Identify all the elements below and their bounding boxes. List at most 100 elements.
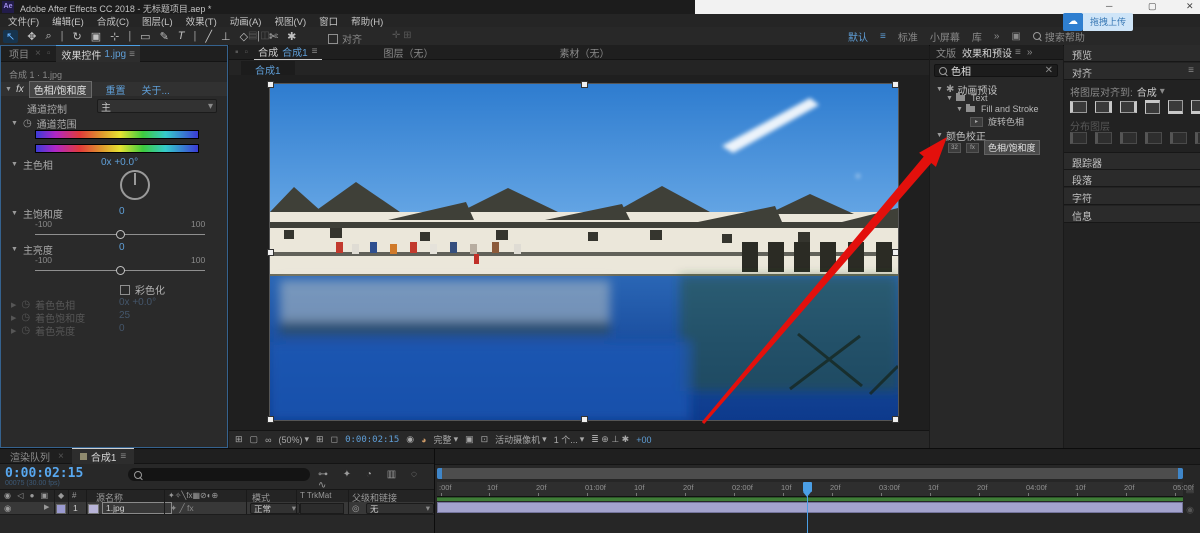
distribute-bottom-button[interactable] [1120, 132, 1137, 144]
tree-preset-item[interactable]: ▸ 旋转色相 [970, 115, 1024, 128]
light-slider-knob[interactable] [116, 266, 125, 275]
monitor-icon[interactable]: ▢ [250, 434, 259, 445]
master-light-expander-icon[interactable]: ▼ [11, 246, 18, 253]
align-to-dropdown[interactable]: 合成 ▾ [1137, 84, 1165, 99]
puppet-pin-tool[interactable]: ✱ [287, 30, 296, 43]
panel-preview-header[interactable]: 预览 [1064, 45, 1200, 62]
master-hue-value[interactable]: 0x +0.0° [101, 157, 138, 168]
workspace-default[interactable]: 默认 [848, 29, 868, 44]
clone-stamp-tool[interactable]: ⊥ [221, 30, 231, 43]
hue-spectrum-bar-bottom[interactable] [35, 144, 199, 153]
layer-row[interactable]: ◉ ▶ 1 1.jpg ✦ ╱ fx 正常 ▾ ◎ 无 ▾ [0, 502, 434, 515]
camera-tool[interactable]: ▣ [91, 30, 101, 43]
distribute-top-button[interactable] [1070, 132, 1087, 144]
snap-control[interactable]: 对齐 [328, 31, 362, 46]
layer-eye-icon[interactable]: ◉ [4, 503, 11, 514]
layer-expander-icon[interactable]: ▶ [44, 503, 49, 511]
timeline-timecode[interactable]: 0:00:02:15 [5, 466, 83, 481]
trkmat-header[interactable]: T TrkMat [300, 491, 331, 500]
expander-icon[interactable]: ▼ [956, 106, 963, 113]
master-hue-expander-icon[interactable]: ▼ [11, 161, 18, 168]
workspace-standard[interactable]: 标准 [898, 29, 918, 44]
distribute-right-button[interactable] [1195, 132, 1200, 144]
mask-toggle-icon[interactable]: ◻ [331, 434, 338, 445]
exposure-value[interactable]: +00 [636, 435, 651, 445]
tree-text-folder[interactable]: ▼ Text [946, 93, 987, 103]
pen-tool[interactable]: ✎ [160, 30, 169, 43]
channels-icon[interactable]: ◕ [421, 435, 426, 445]
tab-close-icon[interactable]: × [58, 451, 64, 462]
presets-search-value[interactable]: 色相 [951, 63, 971, 78]
selection-handle[interactable] [581, 81, 588, 88]
timeline-right-icons[interactable]: ▤ ◉ [1186, 485, 1196, 520]
work-area-bar[interactable] [437, 468, 1183, 479]
tab-footage[interactable]: 素材（无） [560, 45, 610, 60]
master-sat-value[interactable]: 0 [119, 206, 125, 217]
brush-tool[interactable]: ╱ [205, 30, 212, 43]
parent-pickwhip-icon[interactable]: ◎ [352, 503, 359, 514]
grid-guides-icon[interactable]: ⊞ [316, 434, 324, 445]
panel-character-header[interactable]: 字符 [1064, 188, 1200, 205]
pan-behind-tool[interactable]: ⊹ [110, 30, 119, 43]
selection-handle[interactable] [267, 249, 274, 256]
effect-about-link[interactable]: 关于... [142, 82, 170, 97]
shape-tool[interactable]: ▭ [140, 30, 150, 43]
zoom-tool[interactable]: ⌕ [45, 30, 51, 43]
effect-expander-icon[interactable]: ▼ [5, 86, 12, 93]
expander-icon[interactable]: ▼ [936, 86, 943, 93]
workspace-menu-icon[interactable]: ≡ [880, 31, 886, 42]
panel-menu-icon[interactable]: ≡ [1188, 65, 1194, 76]
panel-info-header[interactable]: 信息 [1064, 206, 1200, 223]
menu-edit[interactable]: 编辑(E) [52, 14, 84, 28]
viewer-misc-icons[interactable]: ≣ ⊕ ⊥ ✱ [591, 434, 629, 445]
stopwatch-icon[interactable]: ◷ [23, 118, 32, 129]
menu-layer[interactable]: 图层(L) [142, 14, 173, 28]
playhead-handle[interactable] [803, 482, 812, 492]
selection-handle[interactable] [892, 81, 899, 88]
goggles-icon[interactable]: ∞ [265, 435, 271, 445]
minimize-button[interactable]: ─ [1106, 1, 1112, 11]
master-light-value[interactable]: 0 [119, 242, 125, 253]
tree-hue-saturation-effect[interactable]: 32 fx 色相/饱和度 [948, 140, 1040, 155]
layer-switch-icons[interactable]: ✦ ╱ fx [170, 503, 194, 514]
panel-tracker-header[interactable]: 跟踪器 [1064, 152, 1200, 170]
trkmat-cell[interactable] [300, 503, 344, 514]
panel-menu-icon[interactable]: ≡ [312, 46, 318, 57]
selection-handle[interactable] [892, 249, 899, 256]
rotation-tool[interactable]: ↻ [72, 30, 81, 43]
close-button[interactable]: ✕ [1186, 1, 1194, 12]
tab-effect-controls[interactable]: 效果控件 1.jpg ≡ [56, 45, 140, 62]
expander-icon[interactable]: ▼ [946, 95, 953, 102]
align-top-button[interactable] [1145, 100, 1160, 114]
distribute-left-button[interactable] [1145, 132, 1162, 144]
menu-file[interactable]: 文件(F) [8, 14, 39, 28]
hue-dial[interactable] [120, 170, 150, 200]
tab-render-queue[interactable]: 渲染队列 [10, 449, 50, 464]
clear-search-icon[interactable]: ✕ [1045, 65, 1053, 76]
channel-range-expander-icon[interactable]: ▼ [11, 120, 18, 127]
menu-view[interactable]: 视图(V) [274, 14, 306, 28]
align-center-h-button[interactable] [1095, 101, 1112, 113]
menu-composition[interactable]: 合成(C) [97, 14, 129, 28]
layer-mode-dropdown[interactable]: 正常 ▾ [250, 503, 300, 514]
tab-composition[interactable]: 合成 合成1 ≡ [254, 44, 321, 60]
text-tool[interactable]: T [178, 30, 185, 42]
selection-handle[interactable] [581, 416, 588, 423]
panel-menu-icon[interactable]: ≡ [129, 49, 135, 60]
colorize-checkbox[interactable] [120, 285, 130, 295]
selection-handle[interactable] [267, 81, 274, 88]
tree-fill-stroke-folder[interactable]: ▼ Fill and Stroke [956, 104, 1038, 114]
menu-effect[interactable]: 效果(T) [186, 14, 217, 28]
panel-menu-icon[interactable]: ≡ [1015, 47, 1021, 58]
camera-dropdown[interactable]: 活动摄像机 ▾ [495, 433, 547, 446]
distribute-center-h-button[interactable] [1170, 132, 1187, 144]
snapshot-icon[interactable]: ◉ [406, 434, 414, 445]
channel-control-dropdown[interactable]: 主 ▾ [97, 99, 217, 113]
zoom-dropdown[interactable]: (50%) ▾ [278, 434, 309, 445]
work-area-start-handle[interactable] [437, 468, 442, 479]
panel-menu-icon[interactable]: ≡ [120, 451, 126, 462]
workspace-libraries[interactable]: 库 [972, 29, 982, 44]
timeline-search-box[interactable] [128, 468, 310, 481]
work-area-end-handle[interactable] [1178, 468, 1183, 479]
viewer-timecode[interactable]: 0:00:02:15 [345, 435, 399, 445]
